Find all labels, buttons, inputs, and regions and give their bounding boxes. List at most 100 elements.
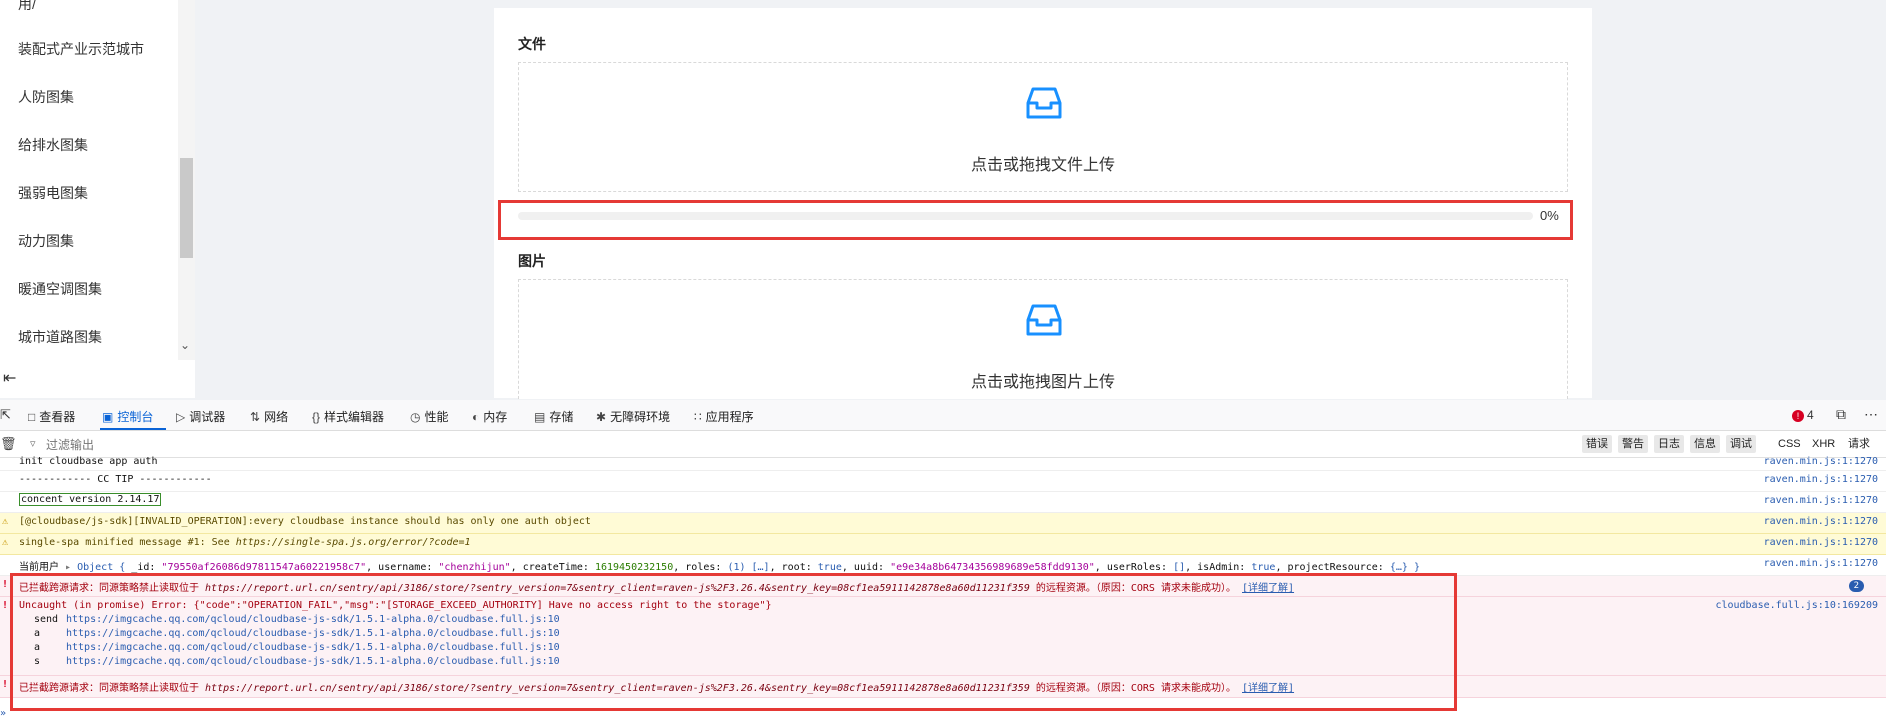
object-value: {…} bbox=[1389, 562, 1408, 573]
sidebar-item[interactable]: 动力图集 bbox=[18, 231, 74, 251]
memory-icon: ◐ bbox=[472, 410, 480, 424]
object-type: Object bbox=[77, 562, 114, 573]
filter-css-button[interactable]: CSS bbox=[1778, 435, 1801, 453]
accessibility-icon: ✱ bbox=[596, 410, 607, 424]
tab-label: 控制台 bbox=[117, 410, 154, 424]
scroll-down-icon[interactable]: ⌄ bbox=[180, 338, 190, 352]
object-value: true bbox=[817, 562, 842, 573]
filter-warnings-button[interactable]: 警告 bbox=[1618, 435, 1648, 453]
console-log-row: concent version 2.14.17 raven.min.js:1:1… bbox=[0, 492, 1886, 513]
expand-arrow-icon[interactable]: ▸ bbox=[65, 562, 71, 573]
warning-message: [@cloudbase/js-sdk][INVALID_OPERATION]:e… bbox=[19, 516, 591, 527]
sidebar-item[interactable]: 强弱电图集 bbox=[18, 183, 88, 203]
log-message: init cloudbase app auth bbox=[19, 456, 158, 467]
object-key: root: bbox=[781, 562, 812, 573]
filter-logs-button[interactable]: 日志 bbox=[1654, 435, 1684, 453]
tab-label: 无障碍环境 bbox=[610, 410, 671, 424]
image-dropzone[interactable]: 点击或拖拽图片上传 bbox=[518, 279, 1568, 399]
dock-side-icon[interactable]: ⧉ bbox=[1836, 406, 1846, 423]
filter-info-button[interactable]: 信息 bbox=[1690, 435, 1720, 453]
filter-xhr-button[interactable]: XHR bbox=[1812, 435, 1835, 453]
log-source-link[interactable]: raven.min.js:1:1270 bbox=[1764, 495, 1878, 506]
sidebar-item[interactable]: 用/ bbox=[18, 0, 36, 14]
log-source-link[interactable]: raven.min.js:1:1270 bbox=[1764, 474, 1878, 485]
log-message: ------------ CC TIP ------------ bbox=[19, 474, 212, 485]
sidebar-item[interactable]: 暖通空调图集 bbox=[18, 279, 102, 299]
log-source-link[interactable]: raven.min.js:1:1270 bbox=[1764, 516, 1878, 527]
console-filter-input[interactable] bbox=[44, 434, 348, 456]
tab-debugger[interactable]: ▷ 调试器 bbox=[176, 408, 225, 425]
tab-storage[interactable]: ▤ 存储 bbox=[534, 408, 573, 425]
object-value: (1) […] bbox=[727, 562, 770, 573]
file-dropzone[interactable]: 点击或拖拽文件上传 bbox=[518, 62, 1568, 192]
log-label: 当前用户 bbox=[19, 562, 59, 573]
tab-label: 查看器 bbox=[39, 410, 76, 424]
console-icon: ▣ bbox=[102, 410, 114, 424]
warning-url[interactable]: https://single-spa.js.org/error/?code=1 bbox=[236, 537, 471, 548]
performance-icon: ◷ bbox=[410, 410, 421, 424]
error-icon: ! bbox=[2, 579, 9, 590]
debugger-icon: ▷ bbox=[176, 410, 186, 424]
error-counter[interactable]: ! 4 bbox=[1792, 408, 1814, 422]
object-key: userRoles: bbox=[1106, 562, 1168, 573]
object-key: projectResource: bbox=[1287, 562, 1384, 573]
object-log-message[interactable]: 当前用户 ▸ Object { _id: "79550af26086d97811… bbox=[19, 558, 1420, 573]
log-source-link[interactable]: raven.min.js:1:1270 bbox=[1764, 456, 1878, 467]
tab-label: 网络 bbox=[264, 410, 289, 424]
warning-icon: ⚠ bbox=[2, 537, 9, 548]
sidebar-item[interactable]: 人防图集 bbox=[18, 87, 74, 107]
file-dropzone-text: 点击或拖拽文件上传 bbox=[970, 157, 1115, 174]
tab-network[interactable]: ⇅ 网络 bbox=[250, 408, 288, 425]
object-key: username: bbox=[378, 562, 433, 573]
active-tab-indicator bbox=[100, 428, 166, 430]
more-options-icon[interactable]: ⋯ bbox=[1864, 406, 1878, 423]
network-icon: ⇅ bbox=[250, 410, 261, 424]
filter-errors-button[interactable]: 错误 bbox=[1582, 435, 1612, 453]
repeat-count-badge: 2 bbox=[1848, 580, 1864, 592]
progress-highlight-box bbox=[498, 200, 1573, 240]
object-key: _id: bbox=[131, 562, 156, 573]
clear-console-icon[interactable]: 🗑 bbox=[0, 436, 17, 452]
error-icon: ! bbox=[1792, 410, 1804, 422]
menu-collapse-icon[interactable]: ⇤ bbox=[3, 368, 16, 388]
tab-inspector[interactable]: □ 查看器 bbox=[28, 408, 75, 425]
filter-requests-button[interactable]: 请求 bbox=[1848, 435, 1870, 453]
object-value: "79550af26086d97811547a60221958c7" bbox=[161, 562, 367, 573]
tab-console[interactable]: ▣ 控制台 bbox=[102, 408, 153, 425]
log-source-link[interactable]: raven.min.js:1:1270 bbox=[1764, 537, 1878, 548]
inspector-icon: □ bbox=[28, 410, 36, 424]
application-icon: ∷ bbox=[694, 410, 702, 424]
console-log-row: init cloudbase app auth raven.min.js:1:1… bbox=[0, 456, 1886, 471]
image-dropzone-text: 点击或拖拽图片上传 bbox=[970, 374, 1115, 391]
object-key: createTime: bbox=[522, 562, 589, 573]
log-source-link[interactable]: raven.min.js:1:1270 bbox=[1764, 558, 1878, 569]
sidebar-scroll-thumb[interactable] bbox=[180, 158, 193, 258]
object-key: isAdmin: bbox=[1197, 562, 1246, 573]
sidebar-menu: 用/ 装配式产业示范城市 人防图集 给排水图集 强弱电图集 动力图集 暖通空调图… bbox=[0, 0, 195, 398]
error-highlight-box bbox=[10, 573, 1457, 711]
filter-icon: ▿ bbox=[30, 438, 36, 450]
file-section-title: 文件 bbox=[518, 36, 546, 52]
log-message: concent version 2.14.17 bbox=[19, 493, 162, 506]
log-source-link[interactable]: cloudbase.full.js:10:169209 bbox=[1715, 600, 1878, 611]
tab-accessibility[interactable]: ✱ 无障碍环境 bbox=[596, 408, 670, 425]
filter-debug-button[interactable]: 调试 bbox=[1726, 435, 1756, 453]
inbox-icon bbox=[1026, 87, 1062, 119]
tab-label: 存储 bbox=[549, 410, 574, 424]
warning-message: single-spa minified message #1: See http… bbox=[19, 537, 471, 548]
console-log-row: ------------ CC TIP ------------ raven.m… bbox=[0, 471, 1886, 492]
storage-icon: ▤ bbox=[534, 410, 546, 424]
tab-performance[interactable]: ◷ 性能 bbox=[410, 408, 449, 425]
element-picker-icon[interactable]: ⇱ bbox=[0, 407, 11, 423]
sidebar-item[interactable]: 给排水图集 bbox=[18, 135, 88, 155]
console-input-prompt[interactable]: » bbox=[0, 708, 6, 719]
error-icon: ! bbox=[2, 600, 9, 611]
tab-application[interactable]: ∷ 应用程序 bbox=[694, 408, 754, 425]
console-warning-row: ⚠ [@cloudbase/js-sdk][INVALID_OPERATION]… bbox=[0, 513, 1886, 534]
tab-memory[interactable]: ◐ 内存 bbox=[472, 408, 507, 425]
upload-progress-bar bbox=[518, 212, 1533, 220]
object-value: true bbox=[1251, 562, 1276, 573]
sidebar-item[interactable]: 装配式产业示范城市 bbox=[18, 39, 144, 59]
sidebar-item[interactable]: 城市道路图集 bbox=[18, 327, 102, 347]
tab-style-editor[interactable]: {} 样式编辑器 bbox=[312, 408, 384, 425]
